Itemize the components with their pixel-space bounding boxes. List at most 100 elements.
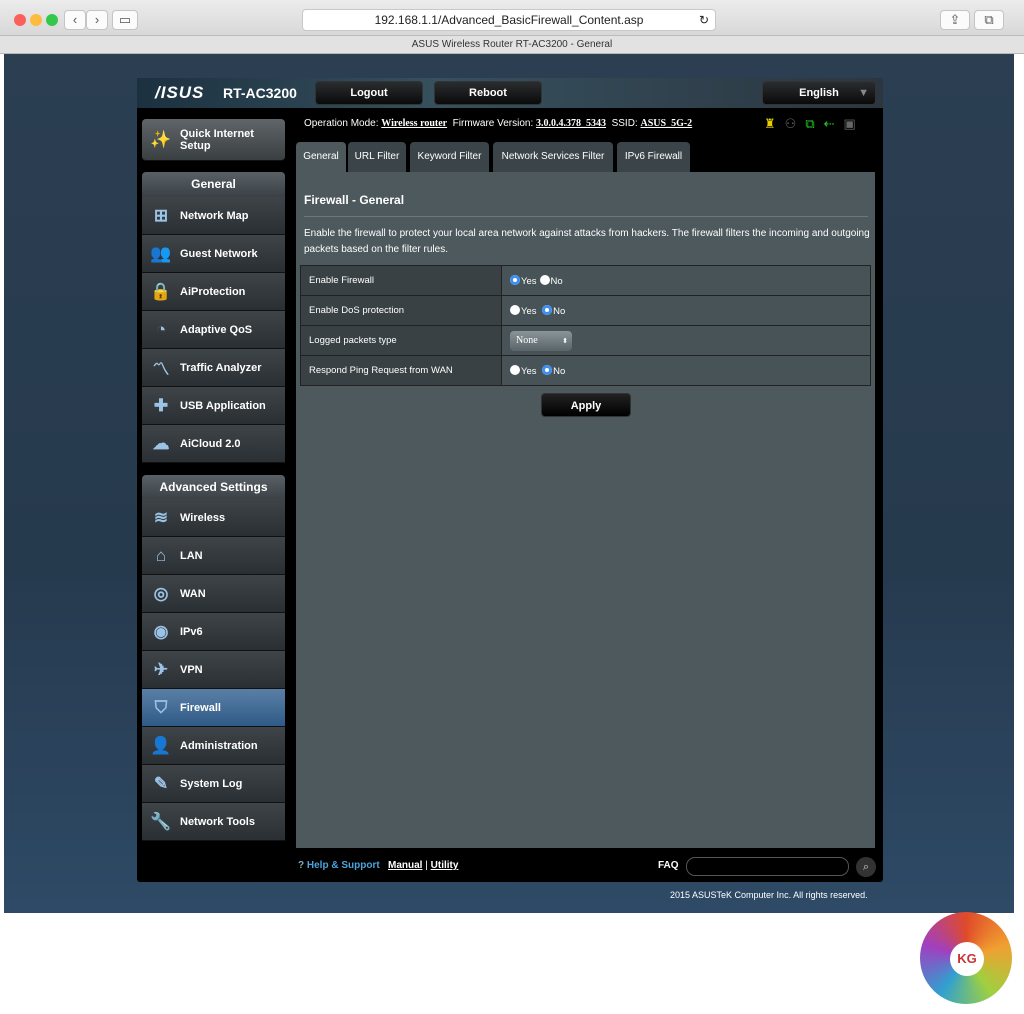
sidebar-item-wireless[interactable]: ≋ Wireless xyxy=(142,499,285,537)
sidebar-item-adaptive-qos[interactable]: ◔ Adaptive QoS xyxy=(142,311,285,349)
no-label: No xyxy=(553,305,566,317)
minimize-window-button[interactable] xyxy=(30,14,42,26)
sidebar-item-label: AiProtection xyxy=(180,285,246,298)
footer-links: ? Help & Support Manual | Utility xyxy=(298,860,458,871)
quick-internet-setup-button[interactable]: ✨ Quick Internet Setup xyxy=(142,119,285,161)
tabs-icon[interactable]: ⧉ xyxy=(974,10,1004,30)
sidebar-item-vpn[interactable]: ✈ VPN xyxy=(142,651,285,689)
sidebar-item-label: Firewall xyxy=(180,701,221,714)
divider xyxy=(304,216,868,217)
usb-icon[interactable]: ⇠ xyxy=(824,116,844,131)
ssid-link[interactable]: ASUS_5G-2 xyxy=(641,118,693,129)
table-row: Respond Ping Request from WAN Yes No xyxy=(300,355,871,386)
select-value: None xyxy=(516,334,538,346)
copyright: 2015 ASUSTeK Computer Inc. All rights re… xyxy=(670,890,868,900)
url-text: 192.168.1.1/Advanced_BasicFirewall_Conte… xyxy=(374,13,644,27)
reload-icon[interactable]: ↻ xyxy=(699,10,709,30)
printer-icon[interactable]: ▣ xyxy=(844,116,865,131)
search-icon[interactable]: ⌕ xyxy=(856,857,876,877)
sidebar-item-label: Adaptive QoS xyxy=(180,323,253,336)
status-icons: ♜⚇⧉⇠▣ xyxy=(764,116,865,132)
kg-logo-text: KG xyxy=(950,942,984,976)
usb-application-icon: ✚ xyxy=(153,395,169,415)
tab-title[interactable]: ASUS Wireless Router RT-AC3200 - General xyxy=(0,36,1024,54)
yes-label: Yes xyxy=(521,275,537,287)
sidebar-item-label: Administration xyxy=(180,739,258,752)
sidebar-item-network-tools[interactable]: 🔧 Network Tools xyxy=(142,803,285,841)
share-icon[interactable]: ⇪ xyxy=(940,10,970,30)
separator: | xyxy=(425,860,428,871)
logout-button[interactable]: Logout xyxy=(315,81,423,105)
kg-watermark-logo: KG xyxy=(920,912,1012,1004)
sidebar-item-guest-network[interactable]: 👥 Guest Network xyxy=(142,235,285,273)
firewall-icon: ⛉ xyxy=(154,697,168,717)
firmware-link[interactable]: 3.0.0.4.378_5343 xyxy=(536,118,606,129)
sidebar-item-wan[interactable]: ◎ WAN xyxy=(142,575,285,613)
forward-icon[interactable]: › xyxy=(86,10,108,30)
dos-yes-radio[interactable] xyxy=(510,304,520,315)
tab-network-services-filter[interactable]: Network Services Filter xyxy=(493,142,613,172)
asus-logo: /ISUS xyxy=(155,83,205,102)
enable-firewall-no-radio[interactable] xyxy=(539,274,550,285)
sidebar-item-label: VPN xyxy=(180,663,203,676)
firmware-label: Firmware Version: xyxy=(452,118,534,129)
faq-label: FAQ xyxy=(658,860,679,871)
sidebar-item-system-log[interactable]: ✎ System Log xyxy=(142,765,285,803)
tab-url-filter[interactable]: URL Filter xyxy=(348,142,406,172)
clients-icon[interactable]: ⚇ xyxy=(785,116,806,131)
sidebar-item-administration[interactable]: 👤 Administration xyxy=(142,727,285,765)
enable-firewall-yes-radio[interactable] xyxy=(510,274,520,285)
logged-packets-select[interactable]: None ⬍ xyxy=(510,330,572,351)
general-section-header: General xyxy=(142,172,285,197)
stepper-icon: ⬍ xyxy=(562,336,568,345)
close-window-button[interactable] xyxy=(14,14,26,26)
utility-link[interactable]: Utility xyxy=(431,860,459,871)
sidebar-item-lan[interactable]: ⌂ LAN xyxy=(142,537,285,575)
lan-icon: ⌂ xyxy=(155,545,167,565)
sidebar-item-network-map[interactable]: ⊞ Network Map xyxy=(142,197,285,235)
model-name: RT-AC3200 xyxy=(223,85,297,101)
logged-packets-label: Logged packets type xyxy=(300,325,502,356)
zoom-window-button[interactable] xyxy=(46,14,58,26)
sidebar-item-label: Network Tools xyxy=(180,815,255,828)
table-row: Enable DoS protection Yes No xyxy=(300,295,871,326)
tab-general[interactable]: General xyxy=(296,142,346,172)
sidebar-item-label: IPv6 xyxy=(180,625,203,638)
sidebar-item-aicloud-2-0[interactable]: ☁ AiCloud 2.0 xyxy=(142,425,285,463)
sidebar-item-usb-application[interactable]: ✚ USB Application xyxy=(142,387,285,425)
security-warning-icon[interactable]: ♜ xyxy=(764,116,785,131)
language-label: English xyxy=(799,87,839,99)
sidebar-item-label: Wireless xyxy=(180,511,226,524)
reboot-button[interactable]: Reboot xyxy=(434,81,542,105)
back-icon[interactable]: ‹ xyxy=(64,10,86,30)
dos-protection-label: Enable DoS protection xyxy=(300,295,502,326)
dos-no-radio[interactable] xyxy=(542,304,553,315)
op-mode-label: Operation Mode: xyxy=(304,118,379,129)
sidebar-item-label: Network Map xyxy=(180,209,249,222)
sidebar-toggle-icon[interactable]: ▭ xyxy=(112,10,138,30)
help-support-link[interactable]: Help & Support xyxy=(307,860,380,871)
ssid-label: SSID: xyxy=(611,118,638,129)
ipv6-icon: ◉ xyxy=(153,621,169,641)
ping-yes-radio[interactable] xyxy=(510,364,520,375)
ping-no-radio[interactable] xyxy=(542,364,553,375)
language-select[interactable]: English ▼ xyxy=(762,81,876,105)
guest-network-icon: 👥 xyxy=(150,243,172,263)
no-label: No xyxy=(553,365,566,377)
faq-search-input[interactable] xyxy=(686,857,849,876)
sidebar-item-traffic-analyzer[interactable]: 〽 Traffic Analyzer xyxy=(142,349,285,387)
tab-keyword-filter[interactable]: Keyword Filter xyxy=(410,142,489,172)
tab-ipv6-firewall[interactable]: IPv6 Firewall xyxy=(617,142,690,172)
sidebar-item-label: LAN xyxy=(180,549,203,562)
aicloud-2-0-icon: ☁ xyxy=(152,433,170,453)
sidebar-item-label: System Log xyxy=(180,777,243,790)
apply-button[interactable]: Apply xyxy=(541,393,631,417)
manual-link[interactable]: Manual xyxy=(388,860,422,871)
address-bar[interactable]: 192.168.1.1/Advanced_BasicFirewall_Conte… xyxy=(302,9,716,31)
sidebar-item-ipv6[interactable]: ◉ IPv6 xyxy=(142,613,285,651)
op-mode-link[interactable]: Wireless router xyxy=(381,118,447,129)
internet-status-icon[interactable]: ⧉ xyxy=(805,116,823,131)
sidebar-item-aiprotection[interactable]: 🔒 AiProtection xyxy=(142,273,285,311)
sidebar-item-label: Guest Network xyxy=(180,247,258,260)
sidebar-item-firewall[interactable]: ⛉ Firewall xyxy=(142,689,285,727)
